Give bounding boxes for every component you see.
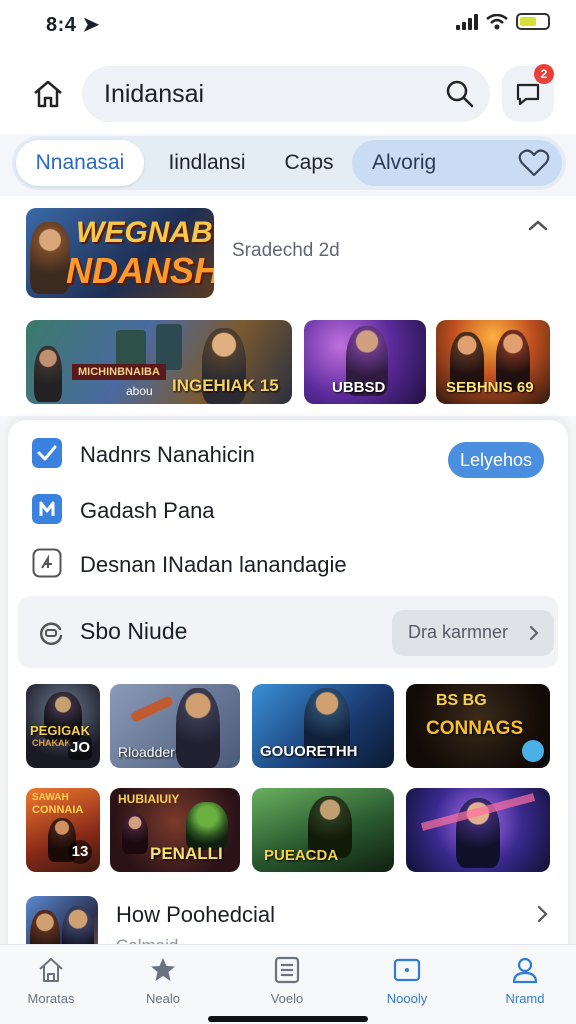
home-icon [34,80,62,108]
game-tile-label: GOUORETHH [260,743,358,760]
search-bar[interactable]: Inidansai [82,66,490,122]
banner-2-label: UBBSD [332,379,386,396]
search-icon[interactable] [444,78,476,110]
chat-icon [516,83,540,106]
nav-label: Noooly [386,991,428,1006]
star-icon [151,958,175,981]
tab-caps[interactable]: Caps [266,140,352,186]
subsection-action-button[interactable]: Dra karmner [392,610,554,656]
list-item-label: Desnan INadan lanandagie [80,552,347,577]
chevron-up-icon[interactable] [526,216,550,234]
game-tile[interactable]: GOUORETHH [252,684,394,768]
game-tile-label: Rloadder [118,744,175,760]
banner-3-label: SEBHNIS 69 [446,379,534,396]
game-tile[interactable]: PUEACDA [252,788,394,872]
game-tile[interactable]: PEGIGAK CHAKAK JO [26,684,100,768]
banner-1[interactable]: MICHINBNAIBA abou INGEHIAK 15 [26,320,292,404]
logo-line1: WEGNABT [76,216,214,249]
nav-item-noooly[interactable]: Noooly [362,955,452,1006]
tab-alvorig-label: Alvorig [372,151,437,174]
list-item-title: How Poohedcial [116,902,275,927]
game-tile-num: JO [68,736,92,760]
game-tile-label: CONNAIA [32,804,84,816]
featured-game-logo[interactable]: WEGNABT NDANSH [26,208,214,298]
list-item[interactable]: Nadnrs Nanahicin Lelyehos [8,426,568,480]
game-tile-num: 13 [68,840,92,864]
wifi-icon [486,13,508,29]
home-button[interactable] [26,72,70,116]
home-icon [39,958,63,982]
game-tile[interactable]: HUBIAIUIY PENALLI [110,788,240,872]
list-item-label: Nadnrs Nanahicin [80,442,255,467]
search-input[interactable]: Inidansai [104,80,204,109]
nav-item-nealo[interactable]: Nealo [118,955,208,1006]
chevron-right-icon [529,625,539,641]
user-icon [512,957,538,984]
game-tile-sub: SAWAH [32,792,69,803]
list-item-label: Gadash Pana [80,498,215,523]
list-icon [274,956,300,984]
game-tile-label: CONNAGS [426,718,524,739]
nav-label: Moratas [27,991,75,1006]
tab-iindlansi[interactable]: Iindlansi [148,140,266,186]
game-tile[interactable]: BS BG CONNAGS [406,684,550,768]
home-indicator [208,1016,368,1022]
outline-app-icon [32,548,62,578]
game-tile-sub: CHAKAK [32,738,71,748]
subsection-header: Sbo Niude Dra karmner [18,596,558,668]
category-tabs: Nnanasai Iindlansi Caps Alvorig [12,136,566,190]
game-tile-sub: HUBIAIUIY [118,792,180,806]
app-arrow-icon [32,494,62,524]
game-tile[interactable]: Rloadder [110,684,240,768]
game-tile-label: PUEACDA [264,847,339,864]
checkbox-checked-icon[interactable] [32,438,62,468]
banner-1-label: INGEHIAK 15 [172,376,279,395]
heart-icon[interactable] [518,148,550,178]
nav-item-nramd[interactable]: Nramd [480,955,570,1006]
nav-item-moratas[interactable]: Moratas [6,955,96,1006]
game-tile-sub: BS BG [436,692,487,709]
logo-line2: NDANSH [66,250,214,291]
subsection-title: Sbo Niude [80,618,188,644]
notification-badge: 2 [534,64,554,84]
chevron-right-icon[interactable] [536,904,550,924]
banner-1-tag: MICHINBNAIBA [72,364,166,380]
list-item[interactable]: Desnan INadan lanandagie [8,536,568,590]
info-badge-icon [522,740,544,762]
list-action-button[interactable]: Lelyehos [448,442,544,478]
top-bar: Inidansai 2 [0,44,576,134]
messages-button[interactable]: 2 [502,64,554,122]
list-item[interactable]: Gadash Pana [8,482,568,536]
signal-icon [456,13,478,30]
bottom-navigation: Moratas Nealo Voelo Noooly Nramd [0,944,576,1024]
status-bar: 8:4 ➤ [0,0,576,44]
refresh-icon [40,622,63,646]
banner-2[interactable]: UBBSD [304,320,426,404]
status-time: 8:4 ➤ [46,14,100,36]
nav-label: Nramd [505,991,545,1006]
nav-item-voelo[interactable]: Voelo [242,955,332,1006]
content-card: Nadnrs Nanahicin Lelyehos Gadash Pana De… [8,420,568,1020]
game-tile[interactable] [406,788,550,872]
battery-icon [516,13,550,30]
tab-nnanasai[interactable]: Nnanasai [16,140,144,186]
game-tile-label: PENALLI [150,844,223,863]
featured-section: WEGNABT NDANSH Sradechd 2d MICHINBNAIBA … [0,196,576,416]
nav-label: Voelo [270,991,304,1006]
banner-1-caption: abou [126,384,153,398]
banner-3[interactable]: SEBHNIS 69 [436,320,550,404]
game-tile[interactable]: SAWAH CONNAIA 13 [26,788,100,872]
hero-figure [30,222,70,294]
subsection-action-label: Dra karmner [408,622,509,642]
window-icon [393,958,421,982]
status-icons [456,13,550,30]
featured-subtitle: Sradechd 2d [232,240,340,261]
nav-label: Nealo [146,991,180,1006]
